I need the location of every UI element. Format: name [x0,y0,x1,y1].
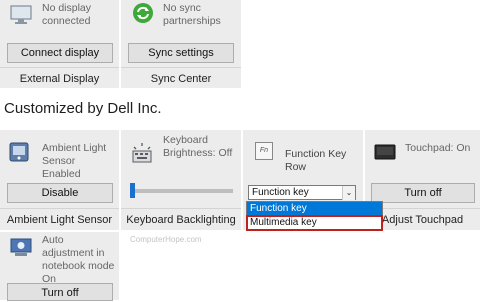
keyboard-brightness-icon [132,143,152,163]
function-key-dropdown-value: Function key [252,187,309,198]
notebook-mode-tile: Auto adjustment in notebook mode On Turn… [0,232,119,301]
tile-divider [0,208,119,209]
tile-divider [121,208,241,209]
external-display-caption: External Display [19,73,100,85]
external-display-status: No display connected [42,2,92,27]
disable-button[interactable]: Disable [7,183,113,203]
touchpad-turn-off-button[interactable]: Turn off [371,183,475,203]
connect-display-button[interactable]: Connect display [7,43,113,63]
keyboard-backlight-tile: Keyboard Brightness: Off Keyboard Backli… [121,130,241,230]
fn-key-icon: Fn [255,142,273,160]
sync-center-tile: No sync partnerships Sync settings Sync … [121,0,241,88]
external-display-tile: No display connected Connect display Ext… [0,0,119,88]
sync-settings-button[interactable]: Sync settings [128,43,234,63]
brightness-slider[interactable] [130,183,233,198]
ambient-light-caption: Ambient Light Sensor [6,214,113,226]
sync-status: No sync partnerships [163,2,221,27]
ambient-light-sensor-icon [9,142,29,162]
function-key-options: Function key Multimedia key [246,201,383,231]
monitor-icon [10,5,32,24]
tile-divider [121,67,241,68]
keyboard-backlight-caption: Keyboard Backlighting [126,214,236,226]
option-function-key[interactable]: Function key [247,202,382,216]
sync-center-caption: Sync Center [150,73,212,85]
keyboard-brightness-status: Keyboard Brightness: Off [163,134,233,159]
touchpad-status: Touchpad: On [405,142,471,154]
ambient-light-tile: Ambient Light Sensor Enabled Disable Amb… [0,130,119,230]
touchpad-icon [374,144,396,160]
chevron-down-icon[interactable]: ⌄ [342,186,355,200]
display-brightness-icon [10,238,32,256]
function-key-row-title: Function Key Row [285,148,347,173]
notebook-mode-status: Auto adjustment in notebook mode On [42,234,115,285]
sync-icon [133,3,153,23]
brightness-slider-thumb[interactable] [130,183,135,198]
notebook-turn-off-button[interactable]: Turn off [7,283,113,301]
ambient-light-status: Ambient Light Sensor Enabled [42,142,107,180]
option-multimedia-key[interactable]: Multimedia key [246,215,383,231]
section-title: Customized by Dell Inc. [4,100,162,117]
tile-divider [0,67,119,68]
watermark: ComputerHope.com [130,235,202,244]
function-key-dropdown[interactable]: Function key ⌄ [248,185,356,200]
